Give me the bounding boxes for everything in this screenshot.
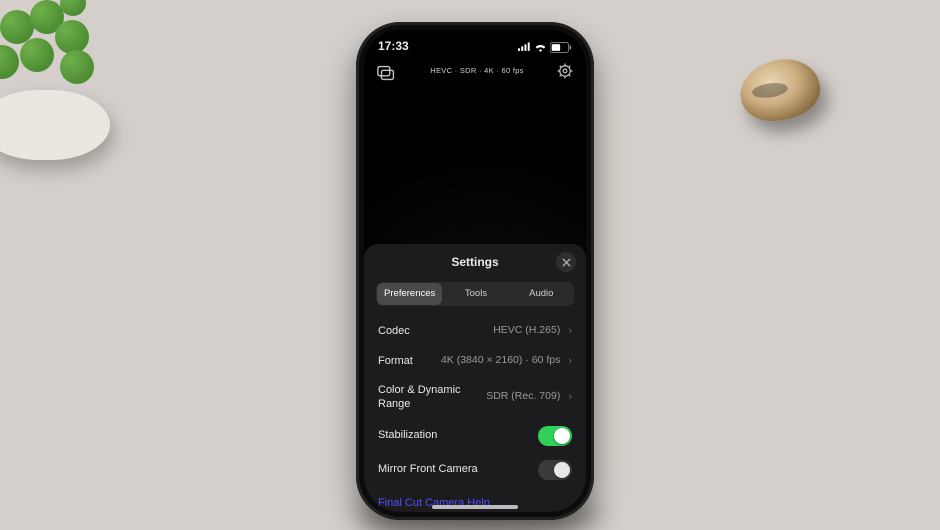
row-value: HEVC (H.265)	[418, 324, 561, 338]
row-value: SDR (Rec. 709)	[476, 390, 560, 404]
row-label: Format	[378, 354, 413, 368]
chevron-right-icon: ›	[568, 354, 572, 368]
cellular-icon	[518, 42, 531, 52]
close-button[interactable]	[556, 252, 576, 272]
settings-sheet: Settings Preferences Tools Audio Codec H…	[364, 244, 586, 512]
row-label: Stabilization	[378, 428, 437, 442]
phone-screen: 17:33 HEVC · SDR · 4K · 6	[364, 30, 586, 512]
tab-tools[interactable]: Tools	[443, 282, 508, 306]
chevron-right-icon: ›	[568, 324, 572, 338]
row-mirror-front: Mirror Front Camera	[364, 453, 586, 487]
shell-prop	[736, 55, 824, 126]
row-stabilization: Stabilization	[364, 419, 586, 453]
app-top-bar: HEVC · SDR · 4K · 60 fps	[364, 58, 586, 86]
row-label: Codec	[378, 324, 410, 338]
dynamic-island	[432, 36, 518, 56]
tab-preferences[interactable]: Preferences	[377, 283, 442, 305]
phone-frame: 17:33 HEVC · SDR · 4K · 6	[356, 22, 594, 520]
row-label: Mirror Front Camera	[378, 462, 478, 476]
chevron-right-icon: ›	[568, 390, 572, 404]
battery-icon	[550, 42, 572, 53]
status-time: 17:33	[378, 39, 409, 55]
gear-icon[interactable]	[556, 62, 574, 80]
wifi-icon	[534, 42, 547, 52]
sheet-title: Settings	[451, 255, 498, 271]
row-format[interactable]: Format 4K (3840 × 2160) · 60 fps ›	[364, 346, 586, 376]
segmented-tabs: Preferences Tools Audio	[376, 282, 574, 306]
row-codec[interactable]: Codec HEVC (H.265) ›	[364, 316, 586, 346]
stabilization-toggle[interactable]	[538, 426, 572, 446]
row-value: 4K (3840 × 2160) · 60 fps	[421, 354, 560, 368]
home-indicator[interactable]	[432, 505, 518, 509]
clips-icon[interactable]	[376, 62, 398, 84]
plant-prop	[0, 0, 150, 160]
sheet-header: Settings	[364, 252, 586, 274]
tab-audio[interactable]: Audio	[509, 282, 574, 306]
mirror-toggle[interactable]	[538, 460, 572, 480]
row-color-range[interactable]: Color & Dynamic Range SDR (Rec. 709) ›	[364, 376, 586, 419]
recording-spec[interactable]: HEVC · SDR · 4K · 60 fps	[404, 62, 550, 76]
row-label: Color & Dynamic Range	[378, 383, 468, 412]
preferences-list: Codec HEVC (H.265) › Format 4K (3840 × 2…	[364, 314, 586, 487]
